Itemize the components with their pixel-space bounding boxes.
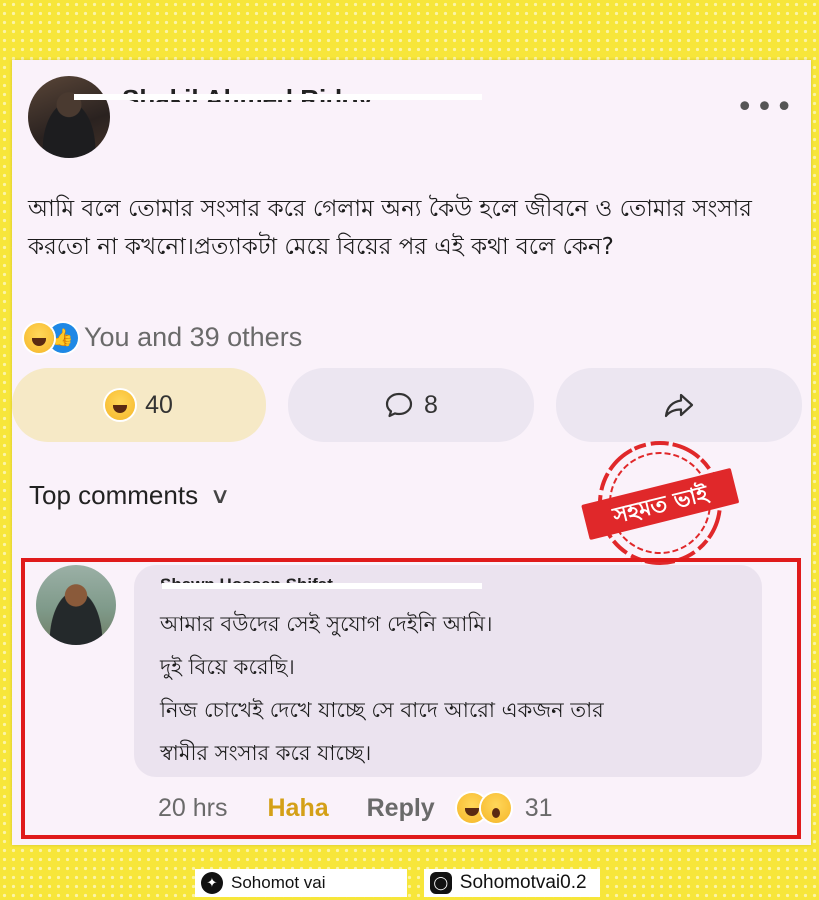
reaction-summary[interactable]: 👍 You and 39 others <box>24 322 302 353</box>
watermark-footer: ✦ Sohomot vai ◯ Sohomotvai0.2 <box>195 868 600 898</box>
comment-button[interactable]: 8 <box>288 368 534 442</box>
haha-emoji-icon <box>24 322 54 353</box>
twitter-handle: Sohomot vai <box>231 873 326 892</box>
haha-emoji-icon <box>105 390 136 420</box>
twitter-icon: ✦ <box>201 872 223 894</box>
react-count: 40 <box>145 390 173 419</box>
more-options-icon[interactable]: ••• <box>736 93 795 123</box>
instagram-credit: ◯ Sohomotvai0.2 <box>423 869 600 897</box>
reaction-summary-label: You and 39 others <box>84 322 303 352</box>
twitter-credit: ✦ Sohomot vai <box>195 869 407 897</box>
react-button[interactable]: 40 <box>12 368 266 442</box>
top-comments-label: Top comments <box>29 480 199 510</box>
comment-bubble-icon <box>385 392 413 418</box>
top-comments-filter[interactable]: Top comments ∨ <box>29 480 231 511</box>
instagram-icon: ◯ <box>429 872 452 894</box>
post-author-avatar[interactable] <box>28 76 110 158</box>
post-text: আমি বলে তোমার সংসার করে গেলাম অন্য কৈউ হ… <box>28 196 752 260</box>
name-redaction-bar <box>74 94 482 100</box>
instagram-handle: Sohomotvai0.2 <box>459 872 587 893</box>
share-arrow-icon <box>664 393 694 418</box>
chevron-down-icon: ∨ <box>209 482 231 508</box>
comment-highlight-frame <box>21 558 801 839</box>
comment-count: 8 <box>424 390 438 419</box>
